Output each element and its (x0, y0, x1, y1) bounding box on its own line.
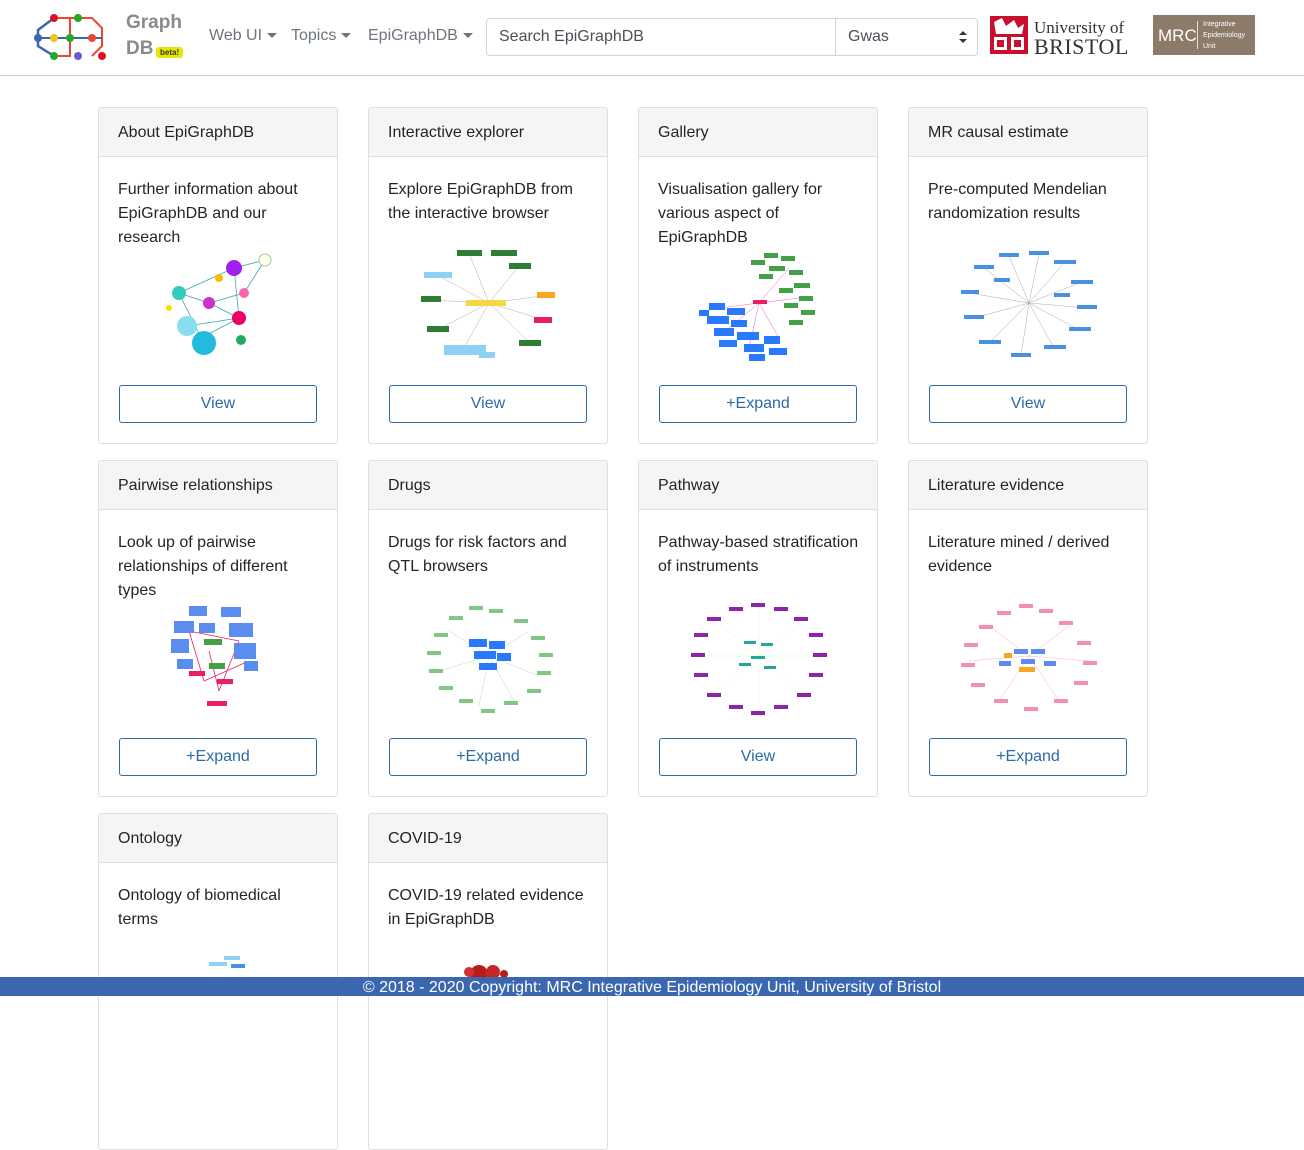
bristol-text-line2: BRISTOL (1034, 34, 1129, 59)
beta-badge: beta! (156, 47, 184, 58)
nav-topics-label: Topics (291, 27, 337, 44)
card-pairwise-relationships: Pairwise relationships Look up of pairwi… (98, 460, 338, 797)
mrc-ieu-logo[interactable]: MRC Integrative Epidemiology Unit (1153, 15, 1255, 55)
network-pairwise-icon (171, 606, 258, 706)
expand-gallery-button[interactable]: +Expand (659, 385, 857, 423)
network-literature-icon (961, 604, 1097, 711)
network-star-icon (961, 251, 1097, 357)
expand-literature-button[interactable]: +Expand (929, 738, 1127, 776)
card-literature-evidence: Literature evidence Literature mined / d… (908, 460, 1148, 797)
network-ontology-icon (209, 956, 245, 968)
card-pathway: Pathway Pathway-based stratification of … (638, 460, 878, 797)
mrc-text-epidemiology: Epidemiology (1203, 32, 1246, 39)
mrc-text: MRC (1158, 26, 1197, 45)
expand-drugs-button[interactable]: +Expand (389, 738, 587, 776)
bristol-crest-icon (990, 16, 1028, 54)
card-mr-causal-estimate: MR causal estimate Pre-computed Mendelia… (908, 107, 1148, 444)
card-description: COVID-19 related evidence in EpiGraphDB (388, 887, 584, 928)
select-arrows-icon (959, 31, 967, 43)
card-description: Further information about EpiGraphDB and… (118, 181, 298, 246)
epigraphdb-logo[interactable]: Graph DB beta! (32, 10, 187, 65)
view-about-button[interactable]: View (119, 385, 317, 423)
card-drugs: Drugs Drugs for risk factors and QTL bro… (368, 460, 608, 797)
card-description: Visualisation gallery for various aspect… (658, 181, 823, 246)
logo-text-db: DB (126, 38, 154, 59)
mrc-text-unit: Unit (1203, 43, 1216, 50)
virus-icon (464, 965, 508, 983)
graph-logo-icon (34, 14, 106, 60)
card-title: Pathway (639, 461, 877, 510)
caret-down-icon (341, 33, 352, 39)
card-title: About EpiGraphDB (99, 108, 337, 157)
university-of-bristol-logo[interactable]: University of BRISTOL (988, 14, 1130, 59)
nav-web-ui-dropdown[interactable]: Web UI (209, 27, 278, 45)
entity-type-select[interactable]: Gwas (835, 18, 978, 56)
card-description: Pathway-based stratification of instrume… (658, 534, 859, 575)
card-description: Ontology of biomedical terms (118, 887, 281, 928)
logo-text-graph: Graph (126, 12, 182, 33)
view-explorer-button[interactable]: View (389, 385, 587, 423)
expand-pairwise-button[interactable]: +Expand (119, 738, 317, 776)
nav-epigraphdb-dropdown[interactable]: EpiGraphDB (368, 27, 473, 45)
footer: © 2018 - 2020 Copyright: MRC Integrative… (0, 977, 1304, 996)
mrc-text-integrative: Integrative (1203, 21, 1236, 28)
card-interactive-explorer: Interactive explorer Explore EpiGraphDB … (368, 107, 608, 444)
navbar: Graph DB beta! Web UI Topics EpiGraphDB … (0, 0, 1304, 76)
card-title: Drugs (369, 461, 607, 510)
card-title: Ontology (99, 814, 337, 863)
view-pathway-button[interactable]: View (659, 738, 857, 776)
caret-down-icon (462, 33, 473, 39)
card-description: Literature mined / derived evidence (928, 534, 1110, 575)
card-description: Explore EpiGraphDB from the interactive … (388, 181, 573, 222)
mrc-separator (1197, 21, 1198, 49)
network-colorful-icon (166, 253, 272, 355)
caret-down-icon (267, 33, 278, 39)
card-title: MR causal estimate (909, 108, 1147, 157)
network-drugs-icon (427, 606, 553, 713)
card-title: Gallery (639, 108, 877, 157)
network-ring-icon (421, 250, 555, 358)
network-pathway-icon (691, 603, 827, 715)
network-cluster-icon (699, 253, 815, 361)
card-title: COVID-19 (369, 814, 607, 863)
card-gallery: Gallery Visualisation gallery for variou… (638, 107, 878, 444)
nav-web-ui-label: Web UI (209, 27, 263, 44)
footer-copyright: © 2018 - 2020 Copyright: MRC Integrative… (362, 979, 942, 996)
card-title: Literature evidence (909, 461, 1147, 510)
card-title: Pairwise relationships (99, 461, 337, 510)
nav-topics-dropdown[interactable]: Topics (291, 27, 352, 45)
nav-epigraphdb-label: EpiGraphDB (368, 27, 458, 44)
search-input[interactable] (486, 18, 836, 56)
select-value: Gwas (848, 28, 889, 45)
view-mr-button[interactable]: View (929, 385, 1127, 423)
card-description: Look up of pairwise relationships of dif… (118, 534, 288, 599)
card-title: Interactive explorer (369, 108, 607, 157)
card-description: Drugs for risk factors and QTL browsers (388, 534, 567, 575)
card-about: About EpiGraphDB Further information abo… (98, 107, 338, 444)
card-description: Pre-computed Mendelian randomization res… (928, 181, 1107, 222)
